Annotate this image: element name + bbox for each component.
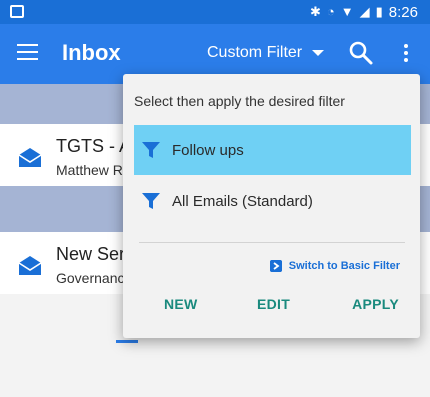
email-sender: Matthew R	[56, 162, 123, 178]
divider	[139, 242, 405, 243]
order-emails-checkbox[interactable]	[116, 340, 138, 343]
switch-to-basic-filter-link[interactable]: Switch to Basic Filter	[269, 260, 400, 272]
status-icons: ✱ ◔ ▼ ◢ ▮ 8:26	[310, 2, 418, 22]
status-bar: ✱ ◔ ▼ ◢ ▮ 8:26	[0, 0, 430, 24]
filter-option-follow-ups[interactable]: Follow ups	[134, 125, 411, 175]
dropdown-caret-icon	[312, 50, 325, 56]
filter-option-label: Follow ups	[172, 141, 244, 159]
alarm-icon: ◔	[326, 4, 335, 19]
search-icon[interactable]	[348, 40, 374, 66]
page-title: Inbox	[62, 40, 121, 65]
filter-dialog: Select then apply the desired filter Fol…	[123, 74, 420, 338]
battery-icon: ▮	[375, 4, 383, 19]
filter-dropdown-label: Custom Filter	[207, 44, 303, 61]
signal-icon: ◢	[359, 4, 370, 19]
email-sender: Governance	[56, 270, 133, 286]
image-notification-icon	[10, 5, 24, 18]
filter-option-all-emails[interactable]: All Emails (Standard)	[134, 176, 411, 226]
envelope-open-icon	[18, 148, 42, 167]
filter-option-label: All Emails (Standard)	[172, 192, 313, 210]
new-filter-button[interactable]: NEW	[164, 296, 198, 312]
bluetooth-icon: ✱	[310, 4, 321, 19]
menu-icon[interactable]	[17, 44, 38, 62]
filter-dropdown[interactable]: Custom Filter	[207, 44, 325, 62]
envelope-open-icon	[18, 256, 42, 275]
wifi-icon: ▼	[340, 4, 354, 19]
apply-filter-button[interactable]: APPLY	[352, 296, 399, 312]
filter-icon	[142, 142, 160, 158]
chevron-right-icon	[269, 260, 282, 272]
clock-time: 8:26	[388, 3, 418, 21]
edit-filter-button[interactable]: EDIT	[257, 296, 290, 312]
filter-icon	[142, 193, 160, 209]
dialog-prompt: Select then apply the desired filter	[134, 93, 345, 109]
more-options-icon[interactable]	[402, 44, 410, 64]
switch-link-label: Switch to Basic Filter	[288, 260, 400, 272]
